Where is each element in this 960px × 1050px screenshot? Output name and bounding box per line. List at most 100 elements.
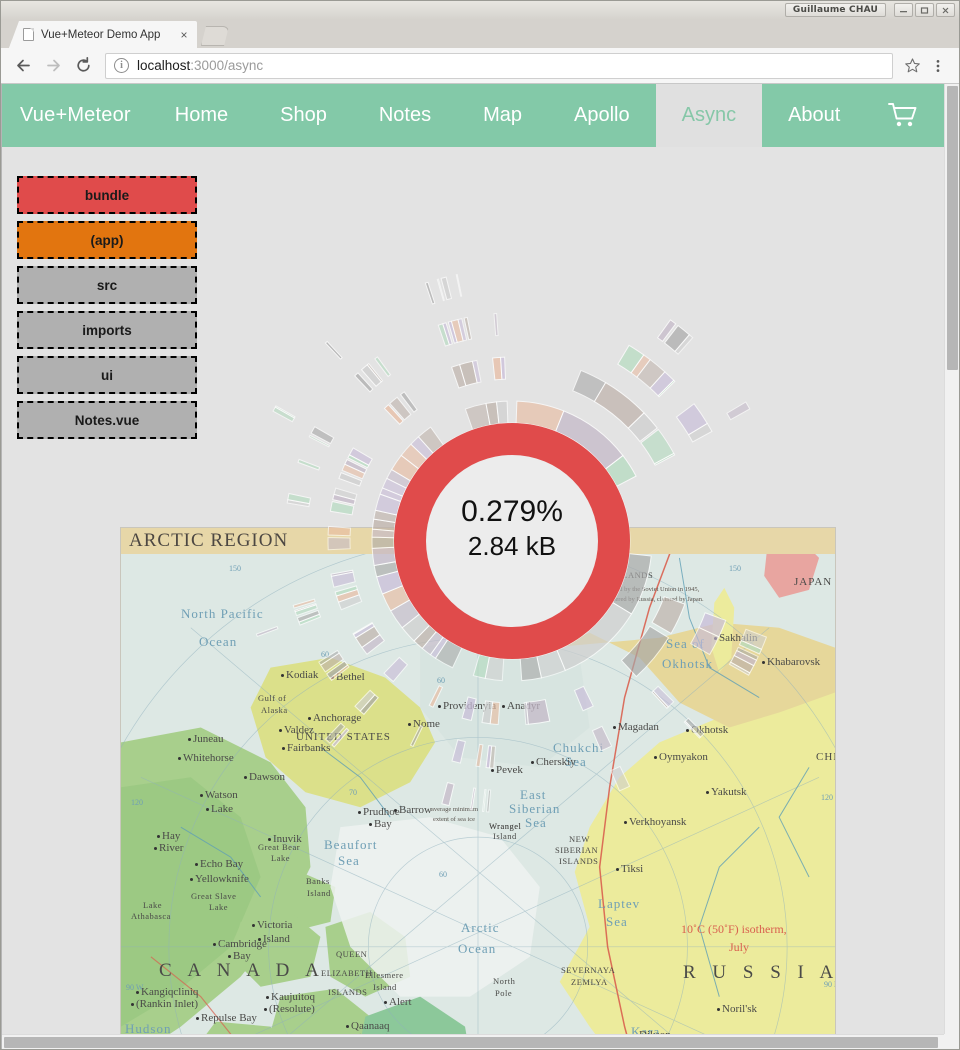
sunburst-segment[interactable] bbox=[485, 422, 517, 456]
sunburst-segment[interactable] bbox=[581, 469, 617, 500]
sunburst-segment[interactable] bbox=[617, 344, 645, 374]
sunburst-segment[interactable] bbox=[397, 484, 435, 518]
sunburst-segment[interactable] bbox=[348, 447, 373, 466]
sunburst-segment[interactable] bbox=[440, 276, 453, 301]
sunburst-segment[interactable] bbox=[410, 436, 434, 461]
sunburst-segment[interactable] bbox=[687, 422, 713, 443]
sunburst-segment[interactable] bbox=[442, 322, 453, 346]
chrome-menu-icon[interactable] bbox=[925, 53, 951, 79]
vertical-scrollbar-thumb[interactable] bbox=[947, 86, 958, 370]
forward-icon[interactable] bbox=[39, 52, 67, 80]
sunburst-segment[interactable] bbox=[386, 468, 412, 489]
sunburst-segment[interactable] bbox=[457, 318, 468, 342]
breadcrumb-notes-vue[interactable]: Notes.vue bbox=[17, 401, 197, 439]
sunburst-segment[interactable] bbox=[463, 316, 473, 341]
nav-item-home[interactable]: Home bbox=[149, 84, 254, 147]
sunburst-segment[interactable] bbox=[640, 428, 675, 465]
sunburst-segment[interactable] bbox=[450, 318, 464, 344]
address-bar[interactable]: i localhost:3000/async bbox=[105, 52, 893, 79]
breadcrumb-bundle[interactable]: bundle bbox=[17, 176, 197, 214]
sunburst-segment[interactable] bbox=[447, 320, 458, 344]
breadcrumb-src[interactable]: src bbox=[17, 266, 197, 304]
nav-item-apollo[interactable]: Apollo bbox=[548, 84, 656, 147]
sunburst-segment[interactable] bbox=[347, 454, 370, 469]
sunburst-segment[interactable] bbox=[493, 312, 499, 337]
nav-item-map[interactable]: Map bbox=[457, 84, 548, 147]
sunburst-segment[interactable] bbox=[588, 484, 623, 511]
nav-item-shop[interactable]: Shop bbox=[254, 84, 353, 147]
profile-chip[interactable]: Guillaume CHAU bbox=[784, 3, 886, 17]
sunburst-segment[interactable] bbox=[399, 391, 418, 413]
sunburst-segment[interactable] bbox=[593, 381, 645, 429]
sunburst-segment[interactable] bbox=[663, 324, 691, 353]
sunburst-segment[interactable] bbox=[411, 437, 471, 495]
sunburst-segment[interactable] bbox=[556, 439, 608, 490]
page-info-icon[interactable]: i bbox=[114, 58, 129, 73]
shopping-cart-icon[interactable] bbox=[874, 84, 944, 147]
new-tab-button[interactable] bbox=[201, 26, 229, 46]
sunburst-segment[interactable] bbox=[366, 362, 384, 383]
close-button[interactable] bbox=[936, 3, 955, 17]
sunburst-segment[interactable] bbox=[308, 434, 331, 448]
sunburst-segment[interactable] bbox=[630, 354, 651, 378]
sunburst-segment[interactable] bbox=[379, 487, 404, 503]
sunburst-segment[interactable] bbox=[500, 356, 507, 380]
tab-close-icon[interactable]: × bbox=[177, 28, 191, 42]
sunburst-segment[interactable] bbox=[274, 405, 296, 419]
sunburst-segment[interactable] bbox=[374, 356, 392, 378]
sunburst-segment[interactable] bbox=[374, 493, 402, 516]
sunburst-segment[interactable] bbox=[389, 396, 412, 421]
sunburst-segment[interactable] bbox=[333, 487, 358, 501]
bookmark-star-icon[interactable] bbox=[899, 53, 925, 79]
sunburst-segment[interactable] bbox=[514, 422, 574, 467]
breadcrumb-app[interactable]: (app) bbox=[17, 221, 197, 259]
sunburst-segment[interactable] bbox=[653, 452, 676, 466]
sunburst-segment[interactable] bbox=[332, 493, 356, 506]
horizontal-scrollbar-thumb[interactable] bbox=[4, 1037, 938, 1048]
sunburst-segment[interactable] bbox=[297, 458, 321, 471]
sunburst-segment[interactable] bbox=[604, 454, 637, 487]
sunburst-segment[interactable] bbox=[627, 412, 658, 443]
sunburst-segment[interactable] bbox=[656, 319, 677, 343]
sunburst-segment[interactable] bbox=[437, 323, 451, 347]
reload-icon[interactable] bbox=[69, 52, 97, 80]
sunburst-segment[interactable] bbox=[436, 278, 445, 302]
maximize-button[interactable] bbox=[915, 3, 934, 17]
sunburst-segment[interactable] bbox=[492, 356, 503, 381]
sunburst-segment[interactable] bbox=[636, 358, 666, 389]
sunburst-segment[interactable] bbox=[344, 458, 368, 475]
sunburst-segment[interactable] bbox=[675, 403, 709, 436]
sunburst-segment[interactable] bbox=[555, 410, 624, 470]
sunburst-segment[interactable] bbox=[657, 379, 676, 398]
browser-tab[interactable]: Vue+Meteor Demo App × bbox=[9, 21, 197, 48]
sunburst-segment[interactable] bbox=[424, 281, 436, 305]
sunburst-segment[interactable] bbox=[373, 509, 398, 524]
sunburst-segment[interactable] bbox=[495, 400, 509, 425]
nav-item-notes[interactable]: Notes bbox=[353, 84, 457, 147]
sunburst-segment[interactable] bbox=[726, 401, 751, 421]
sunburst-segment[interactable] bbox=[354, 372, 374, 393]
nav-item-about[interactable]: About bbox=[762, 84, 866, 147]
sunburst-segment[interactable] bbox=[341, 463, 366, 480]
sunburst-segment[interactable] bbox=[572, 369, 607, 403]
sunburst-segment[interactable] bbox=[338, 471, 363, 487]
sunburst-segment[interactable] bbox=[287, 492, 312, 505]
sunburst-segment[interactable] bbox=[286, 499, 310, 508]
nav-item-async[interactable]: Async bbox=[655, 84, 763, 147]
sunburst-segment[interactable] bbox=[649, 371, 675, 397]
back-icon[interactable] bbox=[9, 52, 37, 80]
sunburst-segment[interactable] bbox=[459, 360, 478, 387]
breadcrumb-ui[interactable]: ui bbox=[17, 356, 197, 394]
sunburst-segment[interactable] bbox=[381, 477, 408, 497]
sunburst-segment[interactable] bbox=[395, 476, 439, 527]
sunburst-segment[interactable] bbox=[360, 364, 383, 387]
sunburst-segment[interactable] bbox=[450, 363, 467, 389]
minimize-button[interactable] bbox=[894, 3, 913, 17]
sunburst-segment[interactable] bbox=[417, 426, 445, 454]
horizontal-scrollbar[interactable] bbox=[2, 1034, 944, 1049]
sunburst-segment[interactable] bbox=[390, 454, 420, 482]
breadcrumb-imports[interactable]: imports bbox=[17, 311, 197, 349]
sunburst-segment[interactable] bbox=[515, 400, 565, 433]
sunburst-segment[interactable] bbox=[329, 500, 355, 516]
sunburst-segment[interactable] bbox=[674, 334, 694, 355]
